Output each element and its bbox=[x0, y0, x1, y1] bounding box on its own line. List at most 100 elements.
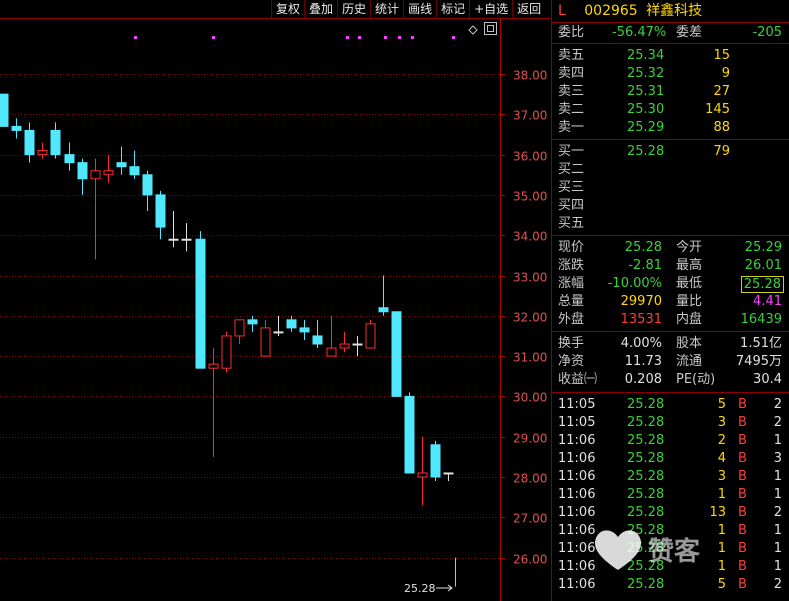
candle[interactable] bbox=[365, 319, 376, 349]
candle[interactable] bbox=[443, 472, 454, 482]
bid-row[interactable]: 买五 bbox=[552, 215, 789, 233]
event-marker[interactable] bbox=[134, 36, 137, 39]
toolbar-stats-button[interactable]: 统计 bbox=[370, 0, 403, 18]
candle[interactable] bbox=[24, 122, 35, 163]
candle[interactable] bbox=[299, 319, 310, 340]
tick-count: 2 bbox=[773, 415, 782, 430]
toolbar-overlay-button[interactable]: 叠加 bbox=[304, 0, 337, 18]
candle[interactable] bbox=[129, 150, 140, 179]
stat-row: 净资 11.73 流通 7495万 bbox=[552, 353, 789, 371]
candle[interactable] bbox=[195, 231, 206, 369]
candle-body bbox=[339, 343, 350, 349]
candle[interactable] bbox=[208, 348, 219, 457]
candle[interactable] bbox=[37, 142, 48, 159]
candle[interactable] bbox=[378, 275, 389, 316]
ask-price: 25.34 bbox=[627, 48, 665, 63]
tick-count: 1 bbox=[773, 469, 782, 484]
stat-row: 涨幅 -10.00% 最低 25.28 bbox=[552, 275, 789, 293]
stat-value: 7495万 bbox=[735, 354, 782, 369]
event-marker[interactable] bbox=[411, 36, 414, 39]
tick-row: 11:05 25.28 5 B 2 bbox=[552, 396, 789, 414]
candle[interactable] bbox=[103, 154, 114, 183]
ask-label: 卖二 bbox=[558, 102, 585, 117]
kline-chart[interactable]: 38.00 37.00 36.00 35.00 34.00 33.00 32.00 31.00… bbox=[0, 0, 551, 601]
stat-label: 内盘 bbox=[676, 312, 703, 327]
ask-row[interactable]: 卖五 25.34 15 bbox=[552, 47, 789, 65]
price-tag: 25.28 bbox=[404, 582, 436, 595]
bid-row[interactable]: 买三 bbox=[552, 179, 789, 197]
candle[interactable] bbox=[404, 392, 415, 474]
event-marker[interactable] bbox=[212, 36, 215, 39]
bid-row[interactable]: 买一 25.28 79 bbox=[552, 143, 789, 161]
toolbar-draw-button[interactable]: 画线 bbox=[403, 0, 436, 18]
candle[interactable] bbox=[430, 440, 441, 482]
toolbar-add-watchlist-button[interactable]: +自选 bbox=[469, 0, 512, 18]
candle[interactable] bbox=[11, 118, 22, 139]
candle-body bbox=[0, 93, 9, 127]
tick-side: B bbox=[738, 523, 747, 538]
stat-label: 总量 bbox=[558, 294, 585, 309]
candle[interactable] bbox=[50, 122, 61, 159]
candle[interactable] bbox=[64, 142, 75, 171]
event-marker[interactable] bbox=[346, 36, 349, 39]
candle[interactable] bbox=[168, 211, 179, 248]
stat-label: 流通 bbox=[676, 354, 703, 369]
weibi-value: -56.47% bbox=[612, 25, 667, 40]
bid-label: 买五 bbox=[558, 216, 585, 231]
candle[interactable] bbox=[155, 190, 166, 240]
ask-row[interactable]: 卖四 25.32 9 bbox=[552, 65, 789, 83]
candle-body bbox=[247, 319, 258, 325]
event-marker[interactable] bbox=[384, 36, 387, 39]
toolbar-back-button[interactable]: 返回 bbox=[512, 0, 545, 18]
y-axis-ticks: 38.00 37.00 36.00 35.00 34.00 33.00 32.00 31.00… bbox=[500, 69, 547, 567]
weicha-label: 委差 bbox=[676, 25, 703, 40]
candle[interactable] bbox=[417, 436, 428, 506]
candle[interactable] bbox=[116, 146, 127, 175]
candle[interactable] bbox=[312, 319, 323, 349]
stat-value: 25.28 bbox=[740, 276, 784, 293]
ask-row[interactable]: 卖二 25.30 145 bbox=[552, 101, 789, 119]
stock-name: 祥鑫科技 bbox=[646, 3, 703, 19]
candle[interactable] bbox=[352, 335, 363, 357]
candle[interactable] bbox=[234, 319, 245, 345]
candle-body bbox=[312, 335, 323, 345]
ask-row[interactable]: 卖一 25.29 88 bbox=[552, 119, 789, 137]
ask-volume: 145 bbox=[705, 102, 730, 117]
tick-count: 1 bbox=[773, 433, 782, 448]
candle[interactable] bbox=[0, 93, 9, 127]
candle-body bbox=[11, 125, 22, 131]
tick-side: B bbox=[738, 487, 747, 502]
candle[interactable] bbox=[260, 319, 271, 357]
tick-row: 11:05 25.28 3 B 2 bbox=[552, 414, 789, 432]
candle[interactable] bbox=[142, 170, 153, 212]
candle[interactable] bbox=[181, 223, 192, 252]
bid-row[interactable]: 买四 bbox=[552, 197, 789, 215]
y-tick-label: 38.00 bbox=[513, 69, 547, 83]
candle[interactable] bbox=[273, 315, 284, 336]
candle[interactable] bbox=[77, 158, 88, 195]
event-marker[interactable] bbox=[358, 36, 361, 39]
candle[interactable] bbox=[391, 311, 402, 397]
candle[interactable] bbox=[326, 315, 337, 357]
diamond-icon[interactable] bbox=[468, 25, 478, 35]
candle-body bbox=[352, 343, 363, 346]
toolbar-restore-rights-button[interactable]: 复权 bbox=[271, 0, 304, 18]
stat-row: 换手 4.00% 股本 1.51亿 bbox=[552, 335, 789, 353]
tick-volume: 13 bbox=[709, 505, 726, 520]
ask-price: 25.31 bbox=[627, 84, 665, 99]
stat-label: 收益㈠ bbox=[558, 372, 598, 387]
event-marker[interactable] bbox=[452, 36, 455, 39]
toolbar-mark-button[interactable]: 标记 bbox=[436, 0, 469, 18]
event-marker[interactable] bbox=[398, 36, 401, 39]
tick-side: B bbox=[738, 541, 747, 556]
candle[interactable] bbox=[221, 331, 232, 373]
ask-row[interactable]: 卖三 25.31 27 bbox=[552, 83, 789, 101]
tick-price: 25.28 bbox=[627, 415, 665, 430]
candle[interactable] bbox=[90, 158, 101, 260]
toolbar-history-button[interactable]: 历史 bbox=[337, 0, 370, 18]
candle[interactable] bbox=[247, 315, 258, 332]
candle[interactable] bbox=[339, 331, 350, 353]
bid-row[interactable]: 买二 bbox=[552, 161, 789, 179]
window-toggle-icon[interactable] bbox=[484, 22, 497, 35]
candle[interactable] bbox=[286, 315, 297, 332]
